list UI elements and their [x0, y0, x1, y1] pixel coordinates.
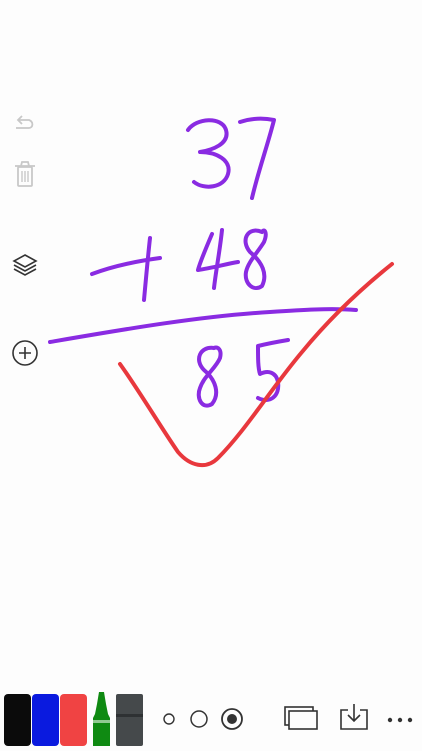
export-icon	[340, 704, 368, 730]
eraser-icon	[116, 694, 143, 746]
more-icon	[387, 717, 413, 723]
stroke-plus-horizontal	[90, 256, 162, 276]
black-marker[interactable]	[4, 694, 31, 746]
redo-button[interactable]	[10, 106, 40, 136]
layers-button[interactable]	[10, 250, 40, 280]
blue-marker-icon	[32, 694, 59, 746]
stroke-sum-line	[48, 307, 358, 344]
green-marker[interactable]	[88, 690, 115, 746]
export-button[interactable]	[338, 702, 370, 737]
drawing-canvas[interactable]	[0, 0, 422, 750]
stroke-digit-8-result	[196, 345, 223, 408]
medium-dot-icon	[190, 710, 208, 728]
pages-button[interactable]	[283, 705, 319, 738]
add-circle-icon	[12, 340, 38, 366]
pages-icon	[284, 706, 318, 730]
stroke-plus-vertical	[142, 236, 152, 302]
blue-marker[interactable]	[32, 694, 59, 746]
stroke-check-mark	[118, 262, 394, 468]
brush-size-small[interactable]	[162, 712, 176, 731]
bottom-toolbar	[0, 688, 422, 750]
brush-size-large[interactable]	[220, 707, 244, 736]
brush-size-medium[interactable]	[189, 709, 209, 734]
trash-icon	[15, 161, 35, 187]
red-marker-icon	[60, 694, 87, 746]
large-dot-icon	[221, 708, 243, 730]
small-dot-icon	[163, 713, 175, 725]
delete-button[interactable]	[10, 159, 40, 189]
green-marker-icon	[93, 692, 110, 746]
stroke-digit-3	[186, 118, 231, 189]
stroke-digit-4	[196, 228, 240, 290]
layers-icon	[12, 254, 38, 276]
more-button[interactable]	[386, 712, 414, 730]
stroke-digit-7	[238, 116, 276, 200]
stroke-digit-8	[243, 228, 268, 291]
black-marker-icon	[4, 694, 31, 746]
add-button[interactable]	[10, 338, 40, 368]
redo-icon	[16, 115, 34, 129]
red-marker[interactable]	[60, 694, 87, 746]
eraser[interactable]	[116, 694, 143, 746]
